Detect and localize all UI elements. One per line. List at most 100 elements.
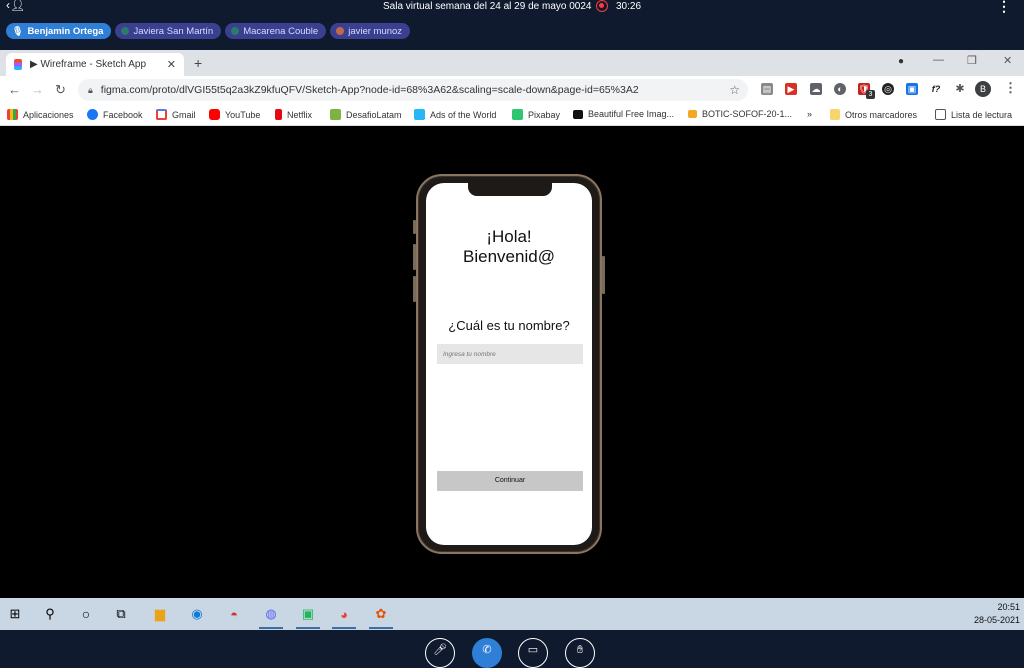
unsplash-icon: [573, 109, 583, 119]
extension-icon[interactable]: f?: [930, 83, 942, 95]
discord-icon[interactable]: ◍: [259, 605, 283, 629]
bookmark-label: Otros marcadores: [845, 109, 918, 120]
botic-icon: [688, 110, 697, 118]
spotify-icon[interactable]: ▣: [296, 605, 320, 629]
phone-call-icon[interactable]: ✆: [472, 638, 502, 668]
pokeball-app-icon[interactable]: ◓: [225, 605, 243, 623]
close-icon[interactable]: ✕: [167, 58, 176, 71]
bookmark-pixabay[interactable]: Pixabay: [512, 109, 560, 120]
bookmark-apps[interactable]: Aplicaciones: [7, 109, 74, 120]
back-icon[interactable]: ←: [8, 82, 21, 97]
reading-list-button[interactable]: Lista de lectura: [935, 109, 1012, 120]
bookmark-label: YouTube: [225, 109, 261, 120]
name-input[interactable]: [437, 344, 583, 364]
bookmark-gmail[interactable]: Gmail: [156, 109, 196, 120]
desafiolatam-icon: [330, 109, 341, 120]
lock-icon: 🔒︎: [88, 84, 93, 95]
avatar: [121, 27, 130, 35]
tab-search-icon[interactable]: ●: [898, 56, 904, 67]
video-off-icon[interactable]: ▭: [518, 638, 548, 668]
phone-frame: ¡Hola! Bienvenid@ ¿Cuál es tu nombre? Co…: [413, 174, 605, 554]
reload-icon[interactable]: ↻: [55, 82, 66, 98]
bookmarks-bar: Aplicaciones Facebook Gmail YouTube Netf…: [0, 104, 1024, 126]
participant-chip[interactable]: javier munoz: [330, 23, 411, 39]
phone-notch: [468, 183, 552, 196]
edge-icon[interactable]: ◉: [188, 605, 206, 623]
participants-list: 🎙︎ Benjamin Ortega Javiera San Martín Ma…: [6, 23, 411, 39]
url-field[interactable]: 🔒︎ figma.com/proto/dlVGI55t5q2a3kZ9kfuQF…: [78, 79, 748, 101]
figma-icon: [14, 59, 22, 70]
phone-side-button: [413, 276, 416, 302]
menu-icon[interactable]: ⋮: [1004, 80, 1017, 96]
extension-icon[interactable]: ◐: [834, 83, 846, 95]
apps-grid-icon: [7, 109, 18, 120]
search-icon[interactable]: ⚲: [41, 605, 59, 623]
youtube-icon: [209, 109, 220, 120]
mic-icon: 🎙︎: [12, 25, 24, 36]
bookmark-other[interactable]: Otros marcadores: [830, 109, 917, 120]
bookmark-star-icon[interactable]: ☆: [729, 83, 740, 97]
address-bar-row: ← → ↻ 🔒︎ figma.com/proto/dlVGI55t5q2a3kZ…: [0, 76, 1024, 104]
chrome-icon[interactable]: ◕: [332, 605, 356, 629]
bookmark-label: Netflix: [287, 109, 313, 120]
tab-figma[interactable]: ▶ Wireframe - Sketch App ✕: [6, 53, 184, 76]
new-tab-button[interactable]: +: [194, 55, 202, 71]
gmail-icon: [156, 109, 167, 120]
forward-icon[interactable]: →: [31, 82, 44, 97]
windows-taskbar: ⊞ ⚲ ○ ⧉ ▆ ◉ ◓ ◍ ▣ ◕ ✿ 20:51 28-05-2021: [0, 598, 1024, 630]
bookmark-label: Aplicaciones: [23, 109, 74, 120]
pinned-app-icon[interactable]: ✿: [369, 605, 393, 629]
pixabay-icon: [512, 109, 523, 120]
participant-chip[interactable]: Javiera San Martín: [115, 23, 222, 39]
bookmark-beautiful-free-images[interactable]: Beautiful Free Imag...: [573, 109, 674, 119]
folder-icon: [830, 109, 840, 120]
bookmark-botic[interactable]: BOTIC-SOFOF-20-1...: [688, 109, 792, 119]
extension-icon[interactable]: ▶: [785, 83, 797, 95]
minimize-button[interactable]: —: [933, 54, 944, 66]
bookmark-facebook[interactable]: Facebook: [87, 109, 143, 120]
participant-chip[interactable]: 🎙︎ Benjamin Ortega: [6, 23, 112, 39]
bookmark-label: Ads of the World: [430, 109, 497, 120]
clock-time: 20:51: [997, 602, 1020, 612]
extension-icon[interactable]: ▣: [906, 83, 918, 95]
task-view-icon[interactable]: ⧉: [112, 605, 130, 623]
overflow-label: »: [807, 109, 813, 119]
profile-avatar[interactable]: B: [975, 81, 991, 97]
mute-mic-icon[interactable]: 🎤︎: [425, 638, 455, 668]
bookmark-ads-of-the-world[interactable]: Ads of the World: [414, 109, 496, 120]
puzzle-icon[interactable]: ✱: [954, 83, 966, 95]
continue-button[interactable]: Continuar: [437, 471, 583, 491]
bookmark-desafiolatam[interactable]: DesafioLatam: [330, 109, 402, 120]
meeting-controls: 🎤︎ ✆ ▭ ✋︎: [0, 630, 1024, 668]
restore-button[interactable]: ❐: [967, 54, 977, 67]
bookmark-netflix[interactable]: Netflix: [275, 109, 312, 120]
windows-start-icon[interactable]: ⊞: [6, 605, 24, 623]
bookmark-label: Lista de lectura: [951, 109, 1013, 120]
more-vert-icon[interactable]: ⋮: [997, 0, 1011, 15]
bookmarks-overflow-button[interactable]: »: [807, 109, 812, 119]
reading-list-icon: [935, 109, 946, 120]
avatar: [336, 27, 345, 35]
cortana-icon[interactable]: ○: [77, 605, 95, 623]
greeting-line: Bienvenid@: [463, 247, 555, 266]
bookmark-label: DesafioLatam: [346, 109, 402, 120]
extension-icon[interactable]: ☁: [810, 83, 822, 95]
extension-icon[interactable]: ◎: [882, 83, 894, 95]
phone-screen: ¡Hola! Bienvenid@ ¿Cuál es tu nombre? Co…: [426, 183, 592, 545]
prototype-viewport: ¡Hola! Bienvenid@ ¿Cuál es tu nombre? Co…: [0, 126, 1024, 598]
phone-side-button: [413, 244, 416, 270]
raise-hand-icon[interactable]: ✋︎: [565, 638, 595, 668]
close-window-button[interactable]: ✕: [1003, 54, 1012, 67]
extension-icon[interactable]: ▤: [761, 83, 773, 95]
system-clock[interactable]: 20:51 28-05-2021: [972, 601, 1020, 627]
file-explorer-icon[interactable]: ▆: [151, 605, 169, 623]
participant-chip[interactable]: Macarena Couble: [225, 23, 327, 39]
back-person-icon[interactable]: ‹👤︎: [6, 0, 25, 12]
browser-window: ▶ Wireframe - Sketch App ✕ + ● — ❐ ✕ ← →…: [0, 50, 1024, 126]
meeting-top-bar: ‹👤︎ Sala virtual semana del 24 al 29 de …: [0, 0, 1024, 48]
bookmark-youtube[interactable]: YouTube: [209, 109, 260, 120]
phone-side-button: [602, 256, 605, 294]
bookmark-label: Pixabay: [528, 109, 561, 120]
participant-name: Macarena Couble: [243, 25, 319, 37]
participant-name: Benjamin Ortega: [27, 25, 104, 37]
